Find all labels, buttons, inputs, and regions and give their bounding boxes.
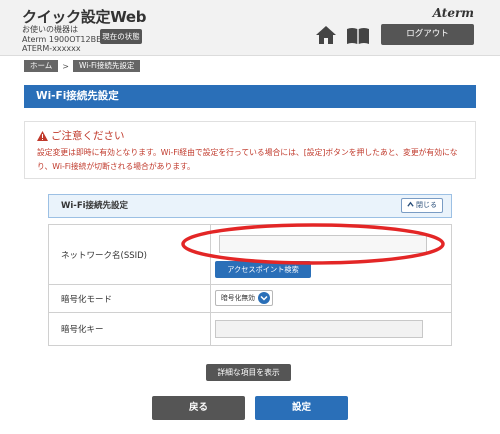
breadcrumb: ホーム > Wi-Fi接続先設定 bbox=[24, 60, 141, 72]
app-title: クイック設定Web bbox=[22, 8, 147, 26]
back-button[interactable]: 戻る bbox=[152, 396, 245, 420]
section-header: Wi-Fi接続先設定 閉じる bbox=[48, 194, 452, 218]
breadcrumb-home[interactable]: ホーム bbox=[24, 60, 59, 72]
device-info-line: ATERM-xxxxxx bbox=[22, 44, 81, 53]
show-details-button[interactable]: 詳細な項目を表示 bbox=[206, 364, 291, 381]
encryption-select[interactable]: 暗号化無効 bbox=[215, 290, 273, 306]
device-info-line: お使いの機器は bbox=[22, 25, 78, 34]
device-info: お使いの機器は Aterm 1900OT12BE ATERM-xxxxxx bbox=[22, 25, 101, 54]
device-info-line: Aterm 1900OT12BE bbox=[22, 34, 102, 44]
chevron-up-icon bbox=[407, 201, 414, 207]
ssid-row: ネットワーク名(SSID) アクセスポイント検索 bbox=[49, 225, 451, 285]
save-button[interactable]: 設定 bbox=[255, 396, 348, 420]
header: クイック設定Web お使いの機器は Aterm 1900OT12BE ATERM… bbox=[0, 0, 500, 56]
key-label: 暗号化キー bbox=[49, 313, 211, 345]
encryption-key-input[interactable] bbox=[215, 320, 423, 338]
notice-title-text: ご注意ください bbox=[51, 130, 125, 142]
settings-table: ネットワーク名(SSID) アクセスポイント検索 暗号化モード 暗号化無効 暗号… bbox=[48, 224, 452, 346]
current-status-button[interactable]: 現在の状態 bbox=[100, 29, 142, 44]
key-row: 暗号化キー bbox=[49, 313, 451, 345]
ssid-input[interactable] bbox=[219, 235, 427, 253]
encryption-cell: 暗号化無効 bbox=[211, 285, 451, 312]
encryption-label: 暗号化モード bbox=[49, 285, 211, 312]
chevron-down-icon bbox=[258, 292, 270, 304]
logout-button[interactable]: ログアウト bbox=[381, 24, 474, 45]
home-icon[interactable] bbox=[316, 26, 336, 44]
warning-icon bbox=[37, 130, 48, 141]
brand-logo: Aterm bbox=[432, 6, 474, 20]
encryption-select-value: 暗号化無効 bbox=[221, 294, 255, 302]
notice-text: 設定変更は即時に有効となります。Wi-Fi経由で設定を行っている場合には、[設定… bbox=[37, 148, 458, 171]
collapse-button-label: 閉じる bbox=[416, 201, 437, 209]
breadcrumb-current: Wi-Fi接続先設定 bbox=[72, 60, 141, 72]
encryption-row: 暗号化モード 暗号化無効 bbox=[49, 285, 451, 313]
access-point-search-button[interactable]: アクセスポイント検索 bbox=[215, 261, 311, 278]
section-title: Wi-Fi接続先設定 bbox=[61, 201, 129, 211]
collapse-button[interactable]: 閉じる bbox=[401, 198, 443, 213]
book-icon[interactable] bbox=[346, 27, 370, 44]
breadcrumb-separator: > bbox=[62, 61, 69, 71]
notice-box: ご注意ください 設定変更は即時に有効となります。Wi-Fi経由で設定を行っている… bbox=[24, 121, 476, 179]
notice-title: ご注意ください bbox=[37, 128, 125, 143]
ssid-label: ネットワーク名(SSID) bbox=[49, 225, 211, 284]
ssid-cell: アクセスポイント検索 bbox=[211, 225, 451, 284]
page-title: Wi-Fi接続先設定 bbox=[24, 85, 476, 108]
key-cell bbox=[211, 313, 451, 345]
